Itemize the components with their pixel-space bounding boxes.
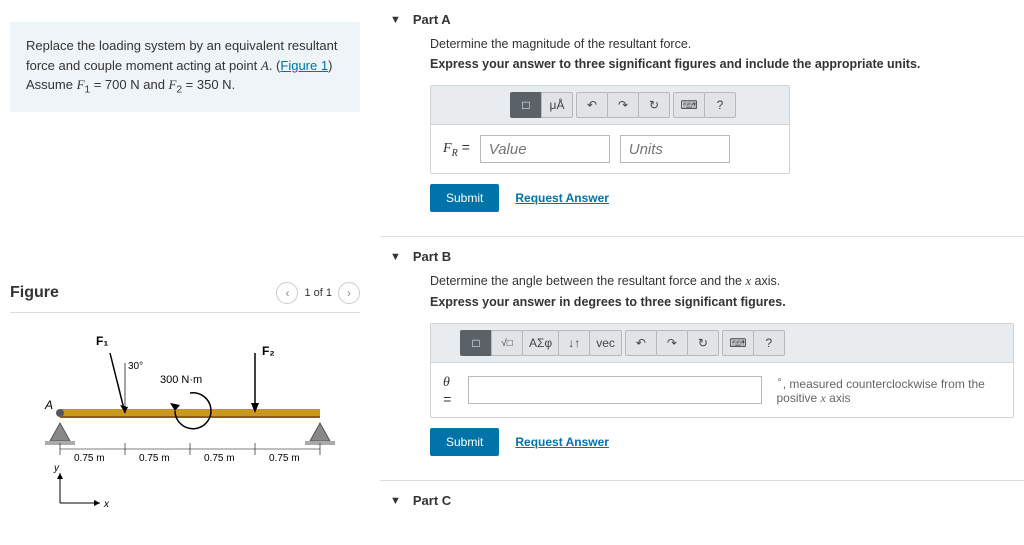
label-F2: F₂ — [262, 344, 275, 358]
keyboard-icon[interactable]: ⌨ — [722, 330, 754, 356]
part-b-toolbar: □ √□ ΑΣφ ↓↑ vec ↶ ↷ ↻ ⌨ ? — [431, 324, 1013, 363]
part-b-variable: θ = — [443, 373, 458, 407]
part-a-toolbar: □ μÅ ↶ ↷ ↻ ⌨ ? — [431, 86, 789, 125]
help-icon[interactable]: ? — [753, 330, 785, 356]
part-b-format: Express your answer in degrees to three … — [430, 295, 1014, 309]
units-symbol-button[interactable]: μÅ — [541, 92, 573, 118]
part-a-prompt: Determine the magnitude of the resultant… — [430, 37, 1014, 51]
axis-x: x — [103, 499, 110, 510]
greek-button[interactable]: ΑΣφ — [522, 330, 559, 356]
figure-prev-button[interactable]: ‹ — [276, 282, 298, 304]
part-b-units-suffix: ∘, measured counterclockwise from the po… — [776, 375, 1001, 406]
submit-button[interactable]: Submit — [430, 428, 499, 456]
help-icon[interactable]: ? — [704, 92, 736, 118]
point-var: A — [261, 58, 269, 73]
figure-next-button[interactable]: › — [338, 282, 360, 304]
figure-title: Figure — [10, 284, 59, 302]
submit-button[interactable]: Submit — [430, 184, 499, 212]
part-b-title: Part B — [413, 249, 451, 264]
figure-header: Figure ‹ 1 of 1 › — [10, 282, 360, 313]
part-b-prompt: Determine the angle between the resultan… — [430, 274, 1014, 289]
figure-counter: 1 of 1 — [304, 287, 332, 299]
part-a-variable: FR = — [443, 139, 470, 159]
arrows-button[interactable]: ↓↑ — [558, 330, 590, 356]
undo-icon[interactable]: ↶ — [625, 330, 657, 356]
part-c-header[interactable]: ▼ Part C — [380, 491, 1024, 518]
redo-icon[interactable]: ↷ — [656, 330, 688, 356]
part-c-title: Part C — [413, 493, 451, 508]
caret-down-icon: ▼ — [390, 14, 401, 26]
part-a-title: Part A — [413, 12, 451, 27]
part-a-header[interactable]: ▼ Part A — [380, 10, 1024, 37]
figure-diagram: A F₁ 30° 300 N·m F₂ — [10, 313, 360, 516]
redo-icon[interactable]: ↷ — [607, 92, 639, 118]
vec-button[interactable]: vec — [589, 330, 622, 356]
label-F1: F₁ — [96, 334, 108, 348]
reset-icon[interactable]: ↻ — [638, 92, 670, 118]
part-a-format: Express your answer to three significant… — [430, 57, 1014, 71]
square-icon[interactable]: □ — [460, 330, 492, 356]
part-b-header[interactable]: ▼ Part B — [380, 247, 1024, 274]
value-input[interactable] — [480, 135, 610, 163]
label-moment: 300 N·m — [160, 374, 202, 386]
problem-statement: Replace the loading system by an equival… — [10, 22, 360, 112]
label-angle: 30° — [128, 361, 143, 372]
reset-icon[interactable]: ↻ — [687, 330, 719, 356]
dim1: 0.75 m — [74, 453, 105, 464]
theta-input[interactable] — [468, 376, 763, 404]
undo-icon[interactable]: ↶ — [576, 92, 608, 118]
dim4: 0.75 m — [269, 453, 300, 464]
figure-link[interactable]: Figure 1 — [280, 58, 328, 73]
root-icon[interactable]: √□ — [491, 330, 523, 356]
units-input[interactable] — [620, 135, 730, 163]
caret-down-icon: ▼ — [390, 495, 401, 507]
axis-y: y — [53, 463, 60, 474]
request-answer-link[interactable]: Request Answer — [515, 435, 609, 449]
request-answer-link[interactable]: Request Answer — [515, 191, 609, 205]
dim3: 0.75 m — [204, 453, 235, 464]
template-icon[interactable]: □ — [510, 92, 542, 118]
keyboard-icon[interactable]: ⌨ — [673, 92, 705, 118]
dim2: 0.75 m — [139, 453, 170, 464]
caret-down-icon: ▼ — [390, 251, 401, 263]
label-A: A — [44, 398, 53, 412]
